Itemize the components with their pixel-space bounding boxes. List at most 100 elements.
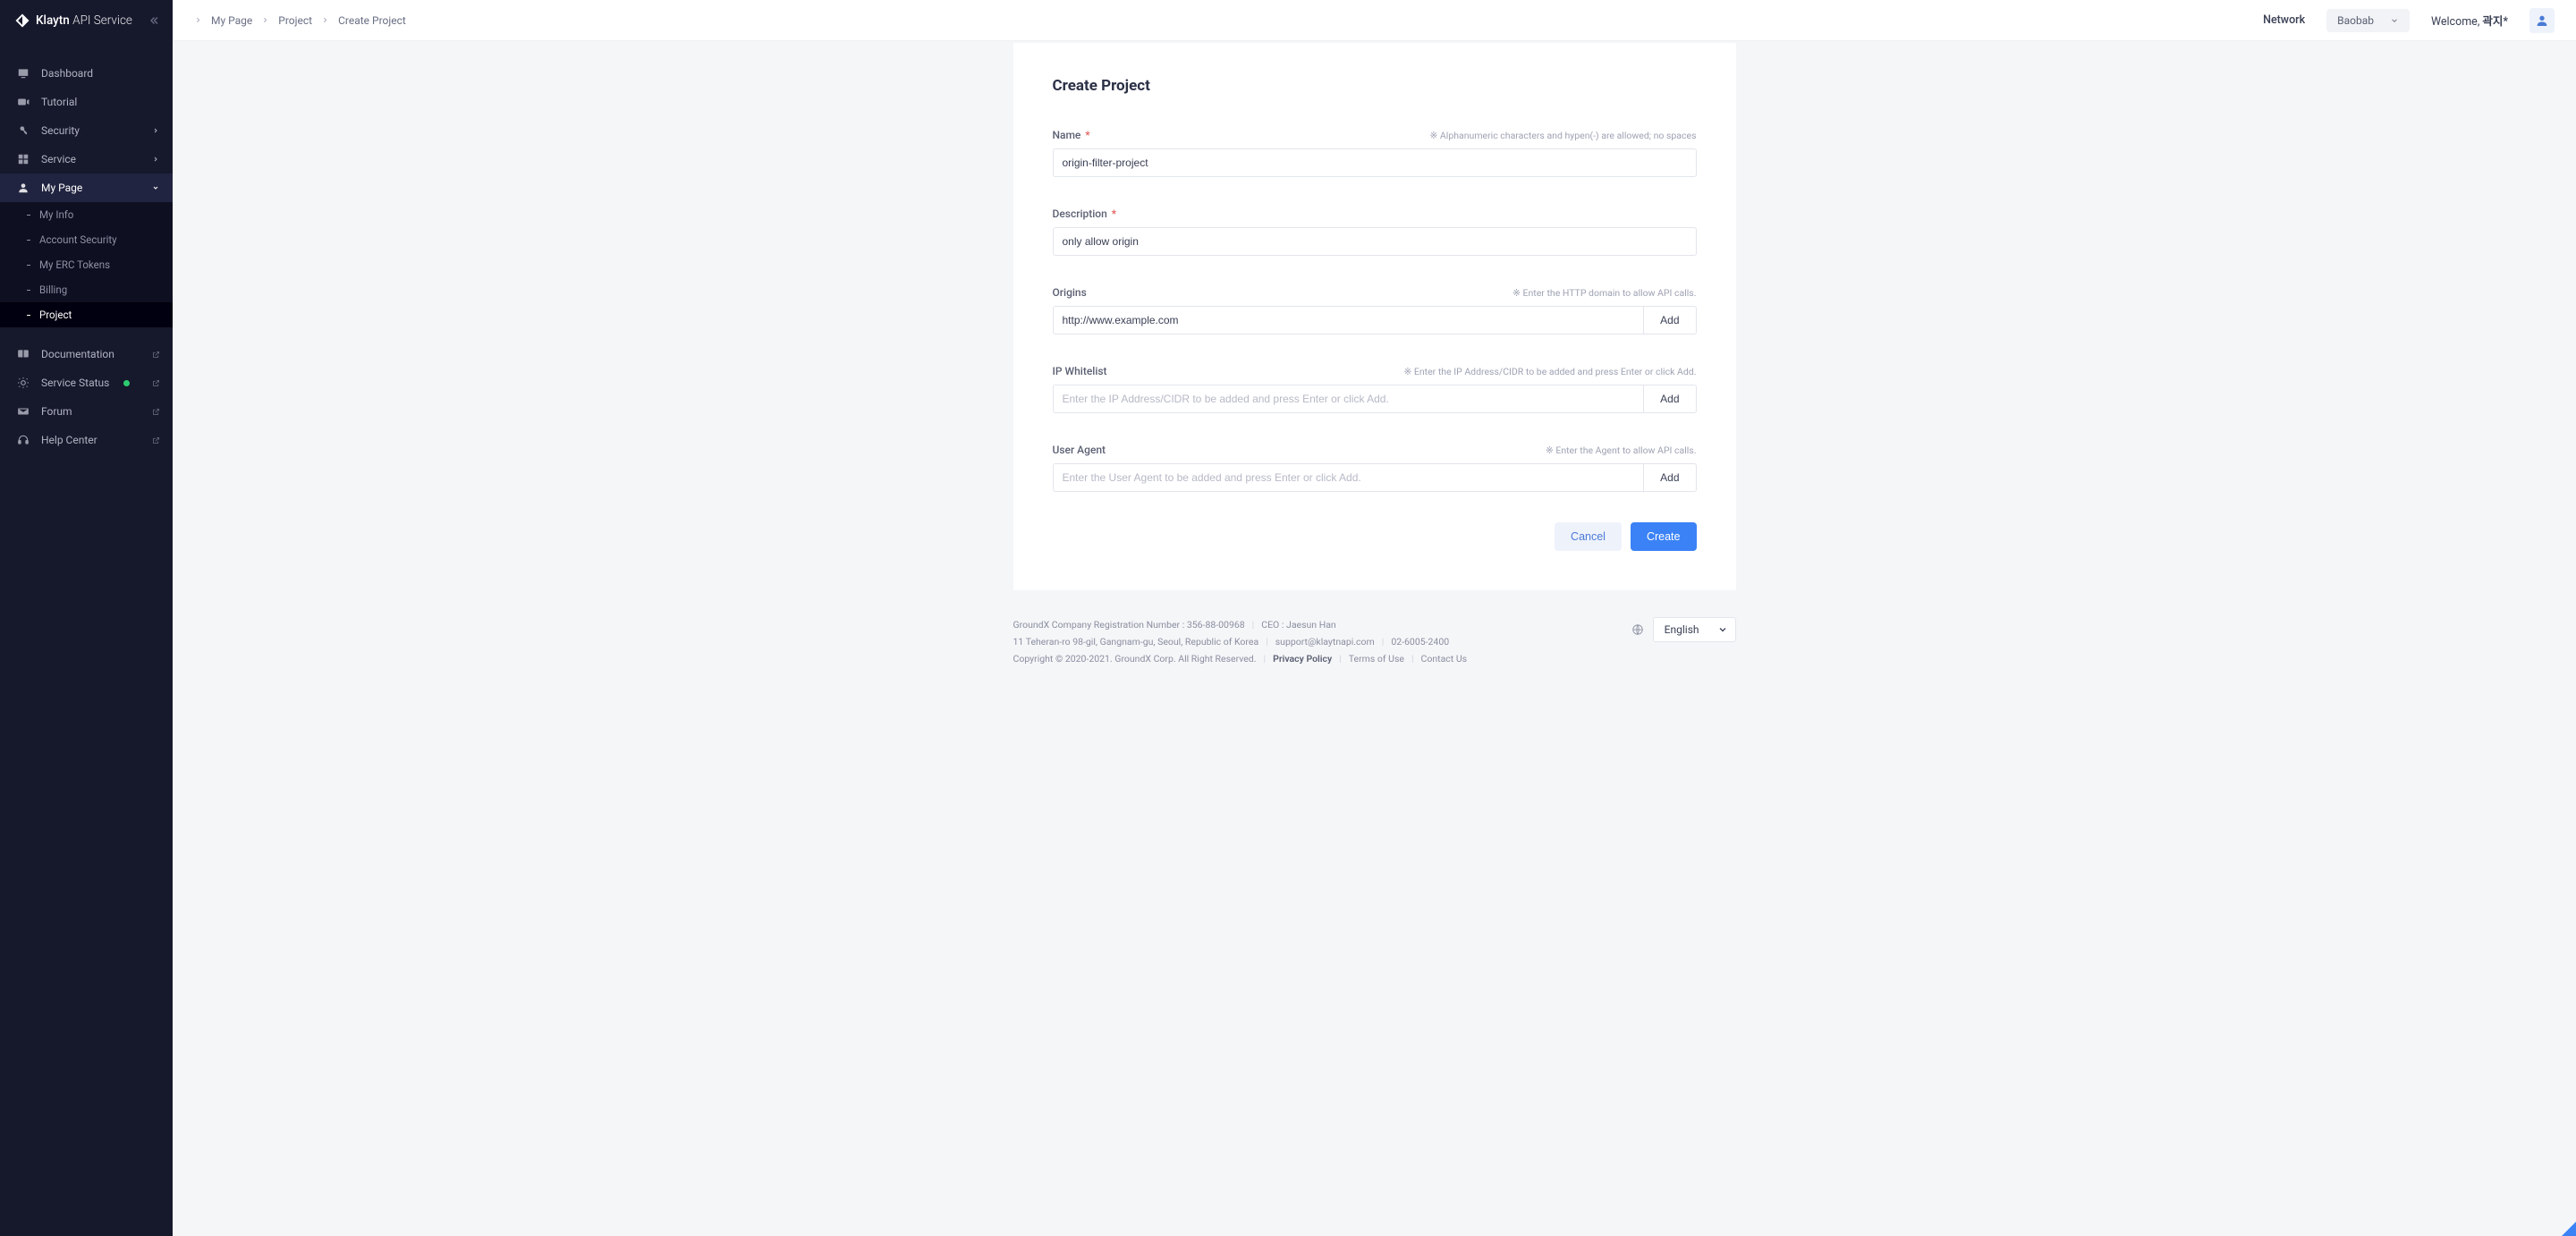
sidebar-item-label: Tutorial [41, 96, 77, 108]
sidebar-item-label: Project [39, 309, 72, 321]
create-button[interactable]: Create [1631, 522, 1697, 551]
mail-icon [16, 404, 30, 419]
chevron-right-icon [261, 16, 269, 24]
sidebar-item-label: My Info [39, 208, 73, 221]
sidebar-item-account-security[interactable]: Account Security [0, 227, 173, 252]
sidebar-item-service-status[interactable]: Service Status [0, 368, 173, 397]
footer-phone: 02-6005-2400 [1391, 634, 1449, 651]
corner-accent [2562, 1222, 2576, 1236]
book-icon [16, 347, 30, 361]
chevron-right-icon [151, 155, 160, 164]
breadcrumb: My Page Project Create Project [194, 14, 406, 27]
footer-email[interactable]: support@klaytnapi.com [1275, 634, 1375, 651]
ip-whitelist-label: IP Whitelist [1053, 365, 1107, 377]
chevron-down-icon [2390, 16, 2399, 25]
chevron-right-icon [194, 16, 202, 24]
apps-icon [16, 152, 30, 166]
chevron-down-icon [1717, 624, 1728, 635]
dash-icon [27, 240, 30, 241]
dashboard-icon [16, 66, 30, 80]
status-icon [16, 376, 30, 390]
language-value: English [1665, 623, 1699, 636]
network-value: Baobab [2337, 14, 2374, 27]
sidebar-item-label: Help Center [41, 434, 97, 446]
external-link-icon [151, 350, 160, 359]
breadcrumb-item-current: Create Project [338, 14, 406, 27]
network-label: Network [2263, 13, 2305, 27]
mypage-submenu: My Info Account Security My ERC Tokens B… [0, 202, 173, 327]
origins-add-button[interactable]: Add [1643, 306, 1696, 334]
dash-icon [27, 290, 30, 291]
ip-whitelist-add-button[interactable]: Add [1643, 385, 1696, 413]
brand-logo[interactable]: Klaytn API Service [14, 13, 132, 29]
topbar: My Page Project Create Project Network B… [173, 0, 2576, 41]
sidebar-item-label: Dashboard [41, 67, 93, 80]
sidebar-item-label: Account Security [39, 233, 117, 246]
user-agent-label: User Agent [1053, 444, 1106, 456]
external-link-icon [151, 407, 160, 416]
user-agent-add-button[interactable]: Add [1643, 463, 1696, 492]
name-input[interactable] [1053, 148, 1697, 177]
welcome-text: Welcome, 곽지* [2431, 12, 2508, 29]
sidebar-item-label: My Page [41, 182, 82, 194]
user-icon [16, 181, 30, 195]
sidebar-item-billing[interactable]: Billing [0, 277, 173, 302]
origins-input[interactable] [1053, 306, 1644, 334]
description-label: Description * [1053, 207, 1117, 220]
profile-button[interactable] [2529, 8, 2555, 33]
sidebar-item-label: My ERC Tokens [39, 258, 110, 271]
origins-hint: ※ Enter the HTTP domain to allow API cal… [1513, 287, 1696, 299]
headset-icon [16, 433, 30, 447]
sidebar-item-mypage[interactable]: My Page [0, 174, 173, 202]
sidebar-item-dashboard[interactable]: Dashboard [0, 59, 173, 88]
sidebar-item-label: Service Status [41, 377, 109, 389]
footer-contact-link[interactable]: Contact Us [1421, 651, 1468, 668]
collapse-sidebar-icon[interactable] [148, 13, 162, 28]
sidebar-item-service[interactable]: Service [0, 145, 173, 174]
footer-privacy-link[interactable]: Privacy Policy [1273, 651, 1332, 668]
sidebar-item-forum[interactable]: Forum [0, 397, 173, 426]
sidebar-item-myinfo[interactable]: My Info [0, 202, 173, 227]
sidebar-item-documentation[interactable]: Documentation [0, 340, 173, 368]
description-input[interactable] [1053, 227, 1697, 256]
external-link-icon [151, 378, 160, 387]
sidebar: Klaytn API Service Dashboard Tutorial [0, 0, 173, 1236]
footer-ceo: CEO : Jaesun Han [1261, 617, 1335, 634]
sidebar-item-erc-tokens[interactable]: My ERC Tokens [0, 252, 173, 277]
sidebar-item-security[interactable]: Security [0, 116, 173, 145]
sidebar-item-help-center[interactable]: Help Center [0, 426, 173, 454]
ip-whitelist-hint: ※ Enter the IP Address/CIDR to be added … [1404, 366, 1697, 377]
name-hint: ※ Alphanumeric characters and hypen(-) a… [1430, 130, 1697, 141]
sidebar-item-project[interactable]: Project [0, 302, 173, 327]
sidebar-item-label: Service [41, 153, 76, 165]
name-label: Name * [1053, 129, 1090, 141]
dash-icon [27, 265, 30, 266]
language-select[interactable]: English [1653, 617, 1736, 642]
key-icon [16, 123, 30, 138]
footer-copyright: Copyright © 2020-2021. GroundX Corp. All… [1013, 651, 1257, 668]
video-icon [16, 95, 30, 109]
dash-icon [27, 315, 30, 316]
origins-label: Origins [1053, 286, 1087, 299]
user-agent-input[interactable] [1053, 463, 1644, 492]
breadcrumb-item[interactable]: Project [278, 14, 312, 27]
chevron-right-icon [321, 16, 329, 24]
sidebar-item-label: Billing [39, 284, 67, 296]
sidebar-item-label: Security [41, 124, 80, 137]
footer: GroundX Company Registration Number : 35… [1013, 617, 1736, 668]
breadcrumb-item[interactable]: My Page [211, 14, 252, 27]
cancel-button[interactable]: Cancel [1555, 522, 1622, 551]
chevron-down-icon [151, 183, 160, 192]
klaytn-logo-icon [14, 13, 30, 29]
globe-icon [1631, 623, 1644, 636]
sidebar-item-tutorial[interactable]: Tutorial [0, 88, 173, 116]
page-title: Create Project [1053, 77, 1697, 95]
ip-whitelist-input[interactable] [1053, 385, 1644, 413]
dash-icon [27, 215, 30, 216]
chevron-right-icon [151, 126, 160, 135]
external-link-icon [151, 436, 160, 444]
network-select[interactable]: Baobab [2326, 9, 2410, 32]
sidebar-item-label: Documentation [41, 348, 114, 360]
user-agent-hint: ※ Enter the Agent to allow API calls. [1546, 444, 1697, 456]
footer-terms-link[interactable]: Terms of Use [1349, 651, 1404, 668]
